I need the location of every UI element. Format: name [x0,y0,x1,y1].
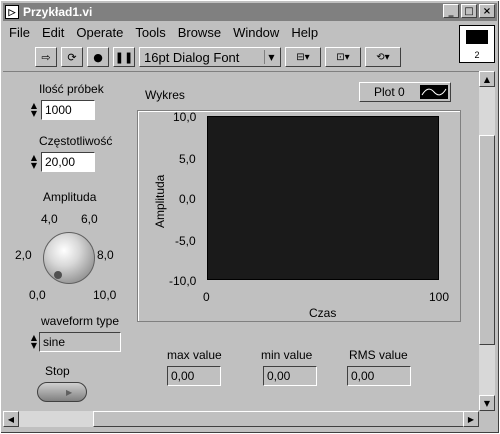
size-grip[interactable] [479,411,495,427]
samples-input[interactable]: 1000 [41,100,95,120]
samples-label: Ilość próbek [39,82,104,96]
stop-button[interactable]: ▶ [37,382,87,402]
chevron-down-icon: ▼ [264,50,278,64]
vi-icon-label: 2 [474,50,480,60]
x-axis-label: Czas [309,306,337,320]
knob-tick-10: 10,0 [93,288,117,302]
vi-window: ▷ Przykład1.vi _ □ × File Edit Operate T… [0,0,500,434]
menu-file[interactable]: File [3,23,36,43]
y-tick: 0,0 [179,192,196,206]
minimize-button[interactable]: _ [443,4,459,18]
menu-browse[interactable]: Browse [172,23,227,43]
stop-label: Stop [45,364,70,378]
knob-tick-2: 2,0 [15,248,32,262]
rms-value-indicator: 0,00 [347,366,411,386]
menu-tools[interactable]: Tools [129,23,171,43]
toolbar: ⇨ ⟳ ● ❚❚ 16pt Dialog Font ▼ ⊟▾ ⊡▾ ⟲▾ [3,45,459,69]
font-select-value: 16pt Dialog Font [144,49,240,65]
min-value-label: min value [261,348,313,362]
distribute-objects-icon[interactable]: ⊡▾ [325,47,361,67]
knob-pointer [54,271,62,279]
max-value-indicator: 0,00 [167,366,221,386]
x-tick: 100 [429,290,450,304]
horizontal-scroll-thumb[interactable] [93,411,473,427]
samples-spinner[interactable]: ▲ ▼ [29,100,39,120]
pause-icon[interactable]: ❚❚ [113,47,135,67]
waveform-ring[interactable]: sine [39,332,121,352]
graph-title: Wykres [145,88,185,102]
plot-line-swatch-icon [420,85,448,99]
menu-operate[interactable]: Operate [70,23,129,43]
close-button[interactable]: × [479,4,495,18]
y-axis-label: Amplituda [153,174,167,228]
knob-tick-0: 0,0 [29,288,46,302]
frequency-input[interactable]: 20,00 [41,152,95,172]
menu-window[interactable]: Window [227,23,285,43]
title-bar[interactable]: ▷ Przykład1.vi _ □ × [3,3,497,21]
plot-area[interactable] [207,116,439,280]
x-tick: 0 [203,290,210,304]
run-continuously-icon[interactable]: ⟳ [61,47,83,67]
vertical-scroll-thumb[interactable] [479,135,495,345]
vi-window-icon: ▷ [5,5,19,19]
min-value-indicator: 0,00 [263,366,317,386]
vi-icon-screen [466,30,488,44]
vi-connector-icon[interactable]: 2 [459,25,495,63]
scroll-left-icon[interactable]: ◀ [3,411,19,427]
knob-tick-4: 4,0 [41,212,58,226]
stop-arrow-icon: ▶ [66,388,73,397]
knob-tick-8: 8,0 [97,248,114,262]
knob-tick-6: 6,0 [81,212,98,226]
waveform-spinner[interactable]: ▲ ▼ [29,332,39,352]
menu-bar: File Edit Operate Tools Browse Window He… [3,23,324,43]
reorder-icon[interactable]: ⟲▾ [365,47,401,67]
front-panel: Ilość próbek ▲ ▼ 1000 Częstotliwość ▲ ▼ 20… [3,71,479,411]
font-select[interactable]: 16pt Dialog Font ▼ [139,47,281,67]
y-tick: -10,0 [169,274,197,288]
maximize-button[interactable]: □ [461,4,477,18]
frequency-label: Częstotliwość [39,134,113,148]
abort-icon[interactable]: ● [87,47,109,67]
amplitude-knob[interactable] [43,232,95,284]
plot-legend[interactable]: Plot 0 [359,82,451,102]
run-arrow-icon[interactable]: ⇨ [35,47,57,67]
menu-help[interactable]: Help [285,23,324,43]
window-title: Przykład1.vi [23,5,93,19]
amplitude-label: Amplituda [43,190,97,204]
rms-value-label: RMS value [349,348,408,362]
scroll-right-icon[interactable]: ▶ [463,411,479,427]
max-value-label: max value [167,348,222,362]
y-tick: 5,0 [179,152,196,166]
waveform-label: waveform type [41,314,120,328]
vertical-scrollbar[interactable]: ▲ ▼ [479,71,495,411]
frequency-spinner[interactable]: ▲ ▼ [29,152,39,172]
align-objects-icon[interactable]: ⊟▾ [285,47,321,67]
horizontal-scrollbar[interactable]: ◀ ▶ [3,411,479,427]
plot-legend-label: Plot 0 [374,85,405,99]
scroll-up-icon[interactable]: ▲ [479,71,495,87]
y-tick: -5,0 [175,234,196,248]
menu-edit[interactable]: Edit [36,23,70,43]
scroll-down-icon[interactable]: ▼ [479,395,495,411]
y-tick: 10,0 [173,110,197,124]
